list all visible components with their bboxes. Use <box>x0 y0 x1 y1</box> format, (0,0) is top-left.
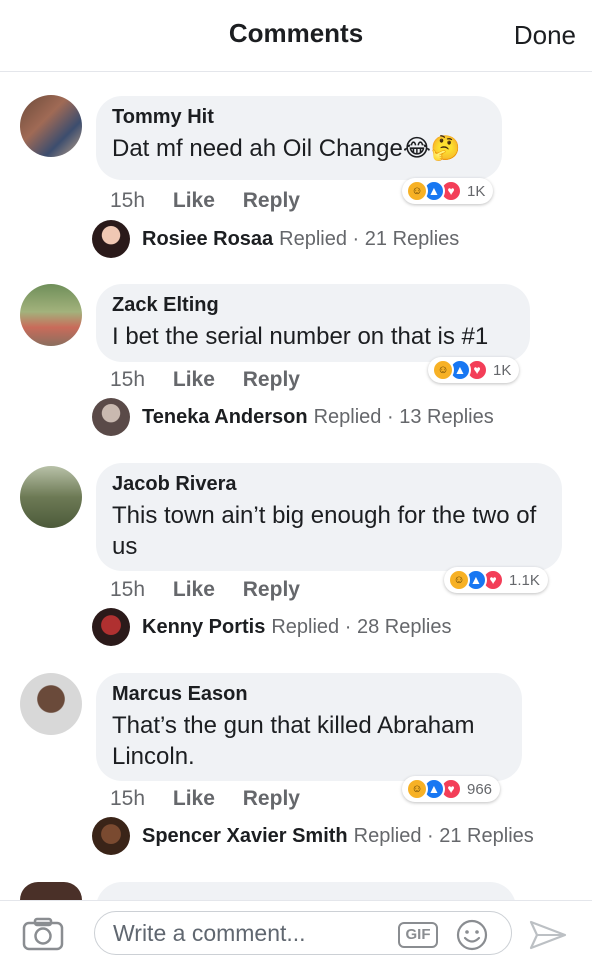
haha-reaction-icon: ☺ <box>406 180 428 202</box>
comment-text: Dat mf need ah Oil Change😂🤔 <box>112 135 461 162</box>
replies-link[interactable]: Spencer Xavier Smith Replied · 21 Replie… <box>92 817 534 855</box>
reply-button[interactable]: Reply <box>243 787 300 810</box>
reply-button[interactable]: Reply <box>243 578 300 601</box>
reply-author: Teneka Anderson <box>142 405 308 428</box>
replies-link[interactable]: Kenny Portis Replied · 28 Replies <box>92 608 451 646</box>
avatar[interactable] <box>20 882 82 900</box>
reply-count: Replied · 21 Replies <box>353 824 534 847</box>
like-button[interactable]: Like <box>173 368 215 391</box>
gif-button[interactable]: GIF <box>398 922 438 948</box>
comment-time: 15h <box>110 189 146 212</box>
avatar <box>92 817 130 855</box>
camera-icon[interactable] <box>22 917 64 951</box>
comment-author[interactable]: Zack Elting <box>112 294 514 317</box>
avatar <box>92 398 130 436</box>
reply-button[interactable]: Reply <box>243 368 300 391</box>
comment-author[interactable]: Tommy Hit <box>112 106 486 129</box>
reaction-summary[interactable]: ☺ ▲ ♥ 966 <box>402 776 501 802</box>
reply-button[interactable]: Reply <box>243 189 300 212</box>
comment-bubble[interactable]: Marcus Eason That’s the gun that killed … <box>96 673 522 781</box>
comment-author[interactable]: Marcus Eason <box>112 683 506 706</box>
reply-author: Rosiee Rosaa <box>142 227 274 250</box>
replies-link[interactable]: Teneka Anderson Replied · 13 Replies <box>92 398 494 436</box>
comments-header: Comments Done <box>0 0 592 72</box>
comment-bubble[interactable]: Tommy Hit Dat mf need ah Oil Change😂🤔 <box>96 96 502 180</box>
comment-meta: 15h Like Reply <box>110 578 322 602</box>
reaction-summary[interactable]: ☺ ▲ ♥ 1K <box>402 178 494 204</box>
send-icon[interactable] <box>528 919 568 951</box>
comment-author[interactable]: Jacob Rivera <box>112 473 546 496</box>
reply-count: Replied · 21 Replies <box>279 227 460 250</box>
comment-input[interactable] <box>94 911 512 955</box>
comment-time: 15h <box>110 368 146 391</box>
avatar[interactable] <box>20 95 82 157</box>
replies-link[interactable]: Rosiee Rosaa Replied · 21 Replies <box>92 220 459 258</box>
reply-count: Replied · 28 Replies <box>271 615 452 638</box>
comment-text: That’s the gun that killed Abraham Linco… <box>112 712 475 770</box>
like-button[interactable]: Like <box>173 578 215 601</box>
reaction-count: 966 <box>467 780 493 798</box>
comment-meta: 15h Like Reply <box>110 787 322 811</box>
haha-reaction-icon: ☺ <box>432 359 454 381</box>
reaction-count: 1K <box>493 361 512 379</box>
reaction-summary[interactable]: ☺ ▲ ♥ 1.1K <box>444 567 548 593</box>
comment-time: 15h <box>110 578 146 601</box>
avatar[interactable] <box>20 673 82 735</box>
comment-composer: GIF <box>0 900 592 960</box>
reaction-summary[interactable]: ☺ ▲ ♥ 1K <box>428 357 520 383</box>
avatar <box>92 608 130 646</box>
reaction-count: 1K <box>467 182 486 200</box>
comment-bubble[interactable]: Zack Elting I bet the serial number on t… <box>96 284 530 362</box>
comment-text: I bet the serial number on that is #1 <box>112 323 489 350</box>
avatar[interactable] <box>20 284 82 346</box>
comment-meta: 15h Like Reply <box>110 368 322 392</box>
reply-author: Spencer Xavier Smith <box>142 824 348 847</box>
page-title: Comments <box>228 18 364 48</box>
haha-reaction-icon: ☺ <box>406 778 428 800</box>
comment-meta: 15h Like Reply <box>110 189 322 213</box>
reaction-count: 1.1K <box>509 571 540 589</box>
reply-count: Replied · 13 Replies <box>313 405 494 428</box>
smiley-icon[interactable] <box>456 919 488 951</box>
avatar <box>92 220 130 258</box>
like-button[interactable]: Like <box>173 189 215 212</box>
haha-reaction-icon: ☺ <box>448 569 470 591</box>
comment-bubble[interactable]: Jacob Rivera This town ain’t big enough … <box>96 463 562 571</box>
comment-time: 15h <box>110 787 146 810</box>
comment-text: This town ain’t big enough for the two o… <box>112 502 537 560</box>
avatar[interactable] <box>20 466 82 528</box>
like-button[interactable]: Like <box>173 787 215 810</box>
done-button[interactable]: Done <box>514 20 576 51</box>
reply-author: Kenny Portis <box>142 615 266 638</box>
